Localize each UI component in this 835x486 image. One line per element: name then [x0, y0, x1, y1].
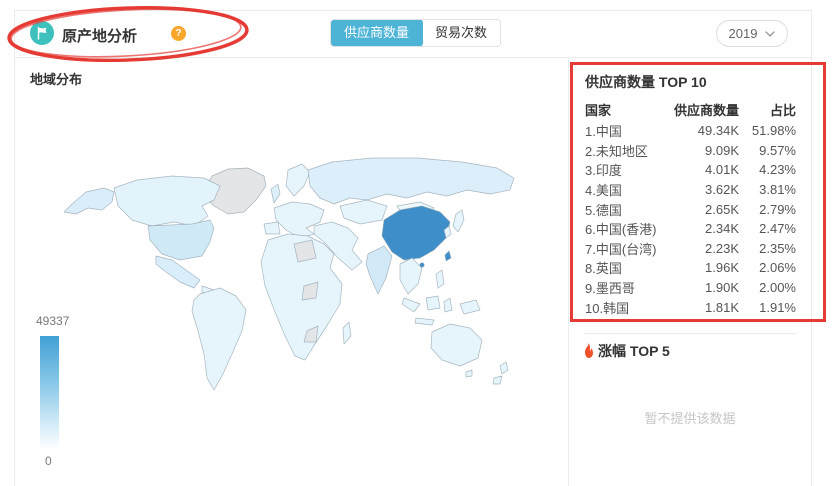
- map-region-mexico: [155, 255, 201, 289]
- table-header-row: 国家 供应商数量 占比: [585, 98, 796, 120]
- table-row: 9.墨西哥 1.90K 2.00%: [585, 280, 796, 297]
- year-dropdown[interactable]: 2019: [716, 20, 788, 47]
- legend-min-label: 0: [45, 454, 52, 468]
- year-dropdown-value: 2019: [728, 26, 758, 41]
- table-row: 7.中国(台湾) 2.23K 2.35%: [585, 240, 796, 257]
- map-region-india: [365, 245, 393, 295]
- world-choropleth-map[interactable]: [52, 126, 544, 434]
- map-region-usa: [147, 219, 215, 261]
- top10-title: 供应商数量 TOP 10: [585, 74, 707, 90]
- chevron-down-icon: [765, 30, 776, 37]
- table-row: 6.中国(香港) 2.34K 2.47%: [585, 221, 796, 238]
- legend-max-label: 49337: [36, 314, 70, 328]
- tab-supplier-count[interactable]: 供应商数量: [331, 20, 424, 46]
- flame-icon: [585, 343, 593, 358]
- page-title: 原产地分析: [62, 28, 138, 45]
- legend-gradient-bar: [40, 336, 59, 450]
- col-country: 国家: [585, 102, 612, 118]
- top10-table: 国家 供应商数量 占比 1.中国 49.34K 51.98% 2.未知地区 9.…: [585, 98, 796, 317]
- table-row: 10.韩国 1.81K 1.91%: [585, 299, 796, 316]
- map-region-taiwan: [444, 250, 452, 262]
- section-divider: [584, 333, 797, 334]
- map-region-australia: [430, 323, 483, 367]
- header-divider: [14, 57, 812, 58]
- flag-icon: [30, 21, 54, 45]
- origin-analysis-module: 原产地分析 ? 供应商数量 贸易次数 2019 地域分布 49337 0 供应商…: [0, 0, 835, 486]
- table-row: 4.美国 3.62K 3.81%: [585, 182, 796, 199]
- no-data-message: 暂不提供该数据: [644, 411, 736, 426]
- table-row: 2.未知地区 9.09K 9.57%: [585, 142, 796, 159]
- map-region-alaska: [63, 187, 115, 215]
- table-row: 5.德国 2.65K 2.79%: [585, 201, 796, 218]
- map-panel-title: 地域分布: [30, 72, 83, 87]
- map-region-japan: [452, 209, 465, 233]
- rise-top5-title: 涨幅 TOP 5: [582, 341, 670, 361]
- help-icon[interactable]: ?: [171, 26, 186, 41]
- map-region-russia: [307, 157, 515, 205]
- table-row: 8.英国 1.96K 2.06%: [585, 260, 796, 277]
- table-row: 3.印度 4.01K 4.23%: [585, 162, 796, 179]
- map-region-china: [381, 205, 451, 261]
- metric-tab-group: 供应商数量 贸易次数: [330, 19, 502, 47]
- col-count: 供应商数量: [673, 102, 739, 118]
- tab-trade-count[interactable]: 贸易次数: [422, 20, 500, 46]
- table-row: 1.中国 49.34K 51.98%: [585, 123, 796, 140]
- map-region-uk: [270, 183, 281, 204]
- col-share: 占比: [769, 102, 796, 118]
- map-region-south-america: [191, 287, 247, 391]
- map-region-canada: [113, 175, 221, 227]
